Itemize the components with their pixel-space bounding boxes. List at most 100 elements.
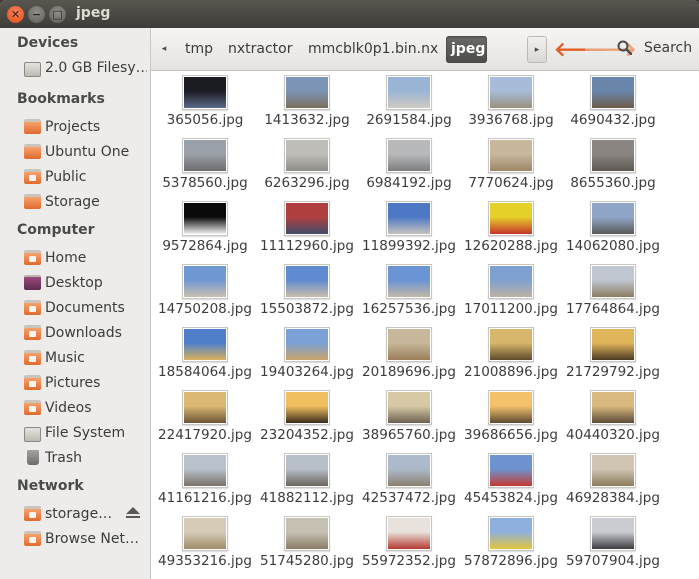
file-item[interactable]: 38965760.jpg — [357, 386, 461, 448]
sidebar-item-pictures[interactable]: Pictures — [0, 371, 150, 396]
file-item[interactable]: 12620288.jpg — [459, 197, 563, 259]
thumbnail-image — [184, 329, 226, 360]
file-item[interactable]: 59707904.jpg — [561, 512, 665, 574]
sidebar-item-public[interactable]: Public — [0, 165, 150, 190]
sidebar-item-label: 2.0 GB Filesy… — [45, 60, 147, 76]
thumbnail-image — [388, 77, 430, 108]
breadcrumb-jpeg[interactable]: jpeg — [446, 36, 487, 63]
sidebar-item-music[interactable]: Music — [0, 346, 150, 371]
file-name: 21008896.jpg — [464, 364, 558, 380]
sidebar-item-trash[interactable]: Trash — [0, 446, 150, 471]
sidebar-item-2-0-gb-filesy[interactable]: 2.0 GB Filesy… — [0, 56, 150, 81]
sidebar-item-storage[interactable]: storage… — [0, 502, 150, 527]
thumbnail-image — [490, 203, 532, 234]
sidebar-item-documents[interactable]: Documents — [0, 296, 150, 321]
file-item[interactable]: 8655360.jpg — [561, 134, 665, 196]
file-item[interactable]: 1413632.jpg — [255, 71, 359, 133]
trash-icon — [27, 450, 39, 465]
file-item[interactable]: 41161216.jpg — [153, 449, 257, 511]
file-item[interactable]: 19403264.jpg — [255, 323, 359, 385]
close-icon: ✕ — [10, 8, 21, 21]
file-item[interactable]: 9572864.jpg — [153, 197, 257, 259]
image-thumbnail — [386, 75, 432, 110]
sidebar-item-videos[interactable]: Videos — [0, 396, 150, 421]
image-thumbnail — [182, 75, 228, 110]
eject-icon[interactable] — [126, 507, 140, 518]
image-thumbnail — [386, 138, 432, 173]
file-item[interactable]: 45453824.jpg — [459, 449, 563, 511]
file-item[interactable]: 14062080.jpg — [561, 197, 665, 259]
image-thumbnail — [386, 453, 432, 488]
minimize-window-button[interactable]: − — [28, 6, 45, 23]
file-item[interactable]: 20189696.jpg — [357, 323, 461, 385]
image-thumbnail — [488, 75, 534, 110]
file-item[interactable]: 41882112.jpg — [255, 449, 359, 511]
thumbnail-image — [592, 455, 634, 486]
sidebar-item-home[interactable]: Home — [0, 246, 150, 271]
file-item[interactable]: 2691584.jpg — [357, 71, 461, 133]
file-item[interactable]: 11112960.jpg — [255, 197, 359, 259]
maximize-window-button[interactable]: □ — [49, 6, 66, 23]
file-item[interactable]: 16257536.jpg — [357, 260, 461, 322]
title-bar[interactable]: ✕ − □ jpeg — [0, 0, 699, 28]
image-thumbnail — [284, 201, 330, 236]
image-thumbnail — [488, 327, 534, 362]
file-item[interactable]: 11899392.jpg — [357, 197, 461, 259]
sidebar-item-downloads[interactable]: Downloads — [0, 321, 150, 346]
breadcrumb-tmp[interactable]: tmp — [180, 36, 218, 63]
search-icon[interactable] — [617, 40, 632, 55]
breadcrumb-scroll-right-button[interactable]: ▸ — [527, 36, 547, 63]
file-item[interactable]: 49353216.jpg — [153, 512, 257, 574]
image-thumbnail — [182, 138, 228, 173]
sidebar-item-file-system[interactable]: File System — [0, 421, 150, 446]
breadcrumb-nxtractor[interactable]: nxtractor — [223, 36, 298, 63]
file-item[interactable]: 55972352.jpg — [357, 512, 461, 574]
file-item[interactable]: 46928384.jpg — [561, 449, 665, 511]
window-title: jpeg — [76, 5, 111, 21]
file-name: 4690432.jpg — [570, 112, 656, 128]
file-item[interactable]: 21729792.jpg — [561, 323, 665, 385]
image-thumbnail — [386, 390, 432, 425]
file-item[interactable]: 6984192.jpg — [357, 134, 461, 196]
file-grid[interactable]: 365056.jpg 1413632.jpg 2691584.jpg 3936768.… — [151, 71, 699, 579]
file-name: 14062080.jpg — [566, 238, 660, 254]
file-name: 39686656.jpg — [464, 427, 558, 443]
file-item[interactable]: 21008896.jpg — [459, 323, 563, 385]
sidebar-item-storage[interactable]: Storage — [0, 190, 150, 215]
music-folder-icon — [24, 350, 41, 365]
file-item[interactable]: 22417920.jpg — [153, 386, 257, 448]
file-item[interactable]: 39686656.jpg — [459, 386, 563, 448]
file-item[interactable]: 18584064.jpg — [153, 323, 257, 385]
file-item[interactable]: 6263296.jpg — [255, 134, 359, 196]
file-item[interactable]: 5378560.jpg — [153, 134, 257, 196]
file-item[interactable]: 17011200.jpg — [459, 260, 563, 322]
file-item[interactable]: 42537472.jpg — [357, 449, 461, 511]
sidebar-item-projects[interactable]: Projects — [0, 115, 150, 140]
file-item[interactable]: 365056.jpg — [153, 71, 257, 133]
breadcrumb-mmcblk0p1[interactable]: mmcblk0p1.bin.nx — [303, 36, 443, 63]
file-item[interactable]: 51745280.jpg — [255, 512, 359, 574]
sidebar-item-browse-net[interactable]: Browse Net… — [0, 527, 150, 552]
thumbnail-image — [592, 77, 634, 108]
search-button[interactable]: Search — [644, 40, 692, 56]
file-item[interactable]: 7770624.jpg — [459, 134, 563, 196]
image-thumbnail — [386, 264, 432, 299]
file-item[interactable]: 4690432.jpg — [561, 71, 665, 133]
file-item[interactable]: 17764864.jpg — [561, 260, 665, 322]
file-item[interactable]: 40440320.jpg — [561, 386, 665, 448]
file-item[interactable]: 15503872.jpg — [255, 260, 359, 322]
image-thumbnail — [284, 327, 330, 362]
sidebar-item-ubuntu-one[interactable]: Ubuntu One — [0, 140, 150, 165]
file-item[interactable]: 3936768.jpg — [459, 71, 563, 133]
file-name: 19403264.jpg — [260, 364, 354, 380]
file-item[interactable]: 57872896.jpg — [459, 512, 563, 574]
sidebar-item-desktop[interactable]: Desktop — [0, 271, 150, 296]
close-window-button[interactable]: ✕ — [7, 6, 24, 23]
file-item[interactable]: 23204352.jpg — [255, 386, 359, 448]
image-thumbnail — [284, 390, 330, 425]
breadcrumb-scroll-left-button[interactable]: ◂ — [155, 36, 173, 63]
sidebar-item-label: Trash — [45, 450, 82, 466]
file-item[interactable]: 14750208.jpg — [153, 260, 257, 322]
image-thumbnail — [386, 201, 432, 236]
sidebar-section-devices: Devices — [17, 35, 79, 51]
